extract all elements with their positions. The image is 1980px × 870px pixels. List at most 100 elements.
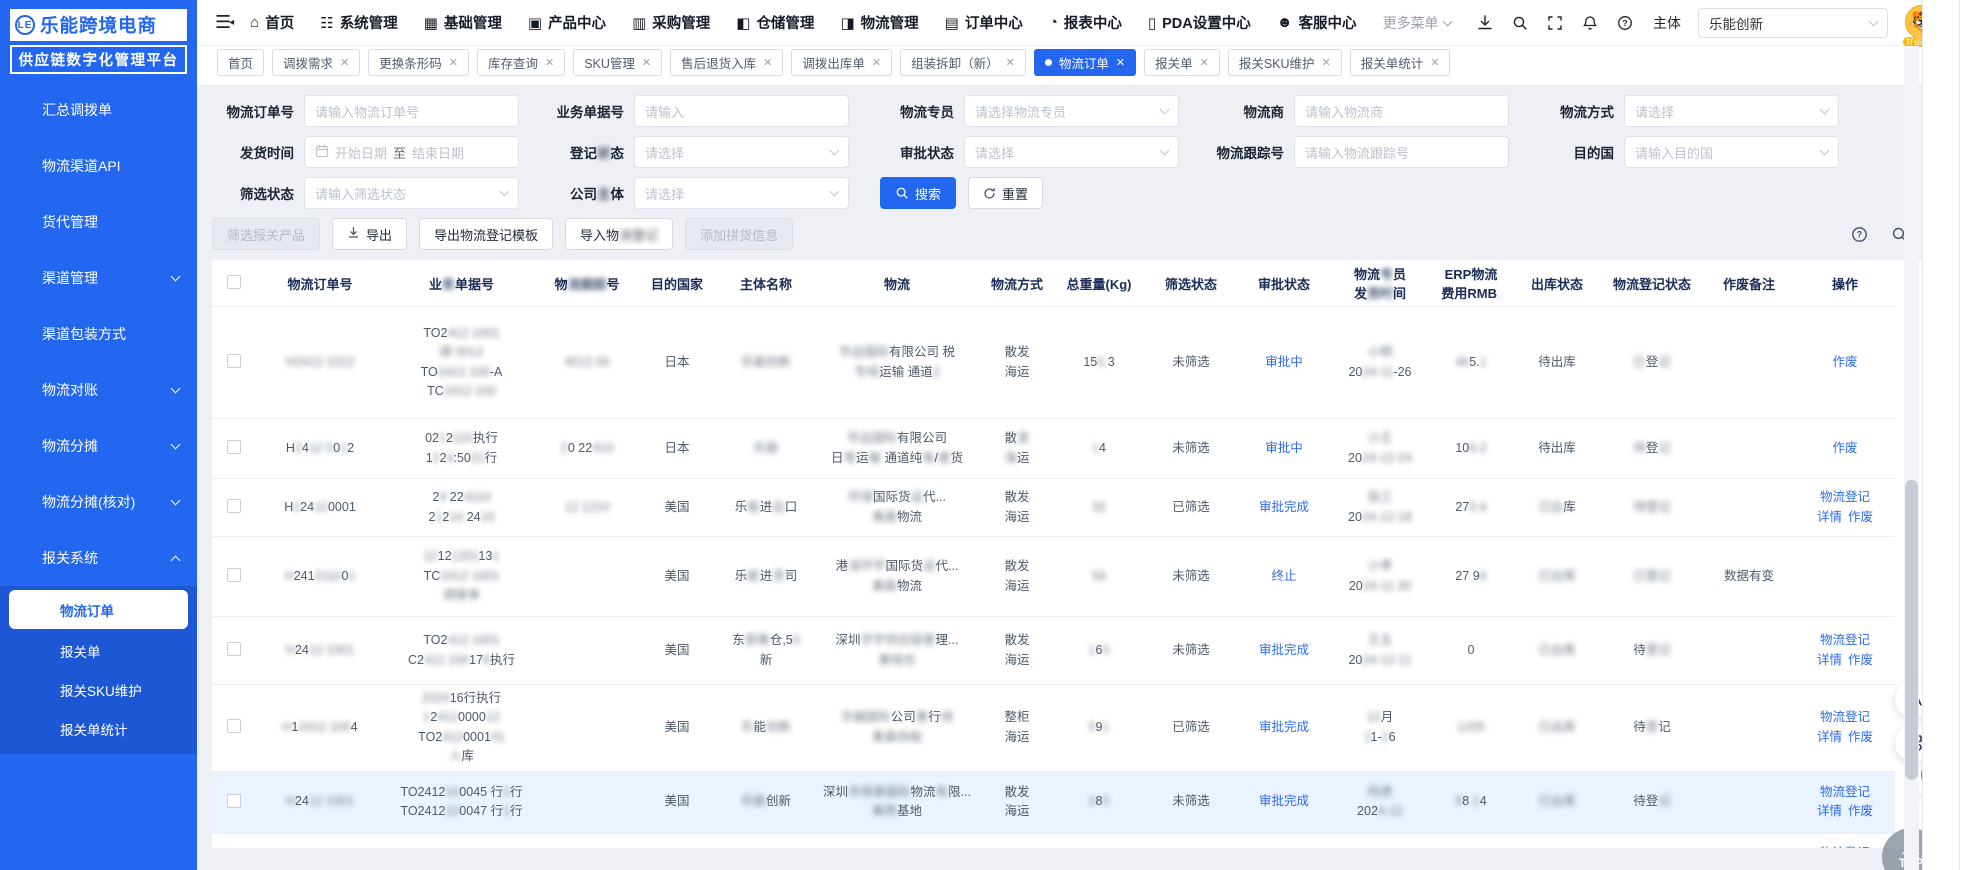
tab-报关单统计[interactable]: 报关单统计 ✕	[1349, 49, 1451, 76]
filter-input[interactable]: 请输入物流订单号	[304, 95, 519, 127]
tab-调拨出库单[interactable]: 调拨出库单 ✕	[791, 49, 893, 76]
close-icon[interactable]: ✕	[763, 56, 772, 69]
sidebar-item-物流分摊[interactable]: 物流分摊	[0, 418, 197, 474]
nav-item-PDA设置中心[interactable]: ▯ PDA设置中心	[1148, 12, 1251, 33]
sidebar-item-货代管理[interactable]: 货代管理	[0, 194, 197, 250]
op-link-作废[interactable]: 作废	[1848, 730, 1873, 744]
tab-售后退货入库[interactable]: 售后退货入库 ✕	[670, 49, 784, 76]
filter-select[interactable]: 请输入筛选状态	[304, 177, 519, 209]
download-icon[interactable]	[1476, 14, 1494, 32]
op-link-详情[interactable]: 详情	[1817, 804, 1842, 818]
sidebar-subitem-物流订单[interactable]: 物流订单	[9, 590, 188, 629]
nav-item-基础管理[interactable]: ▦ 基础管理	[424, 12, 502, 33]
toolbar-button-导出物流登记模板[interactable]: 导出物流登记模板	[419, 218, 554, 250]
entity-select[interactable]: 乐能创新	[1698, 7, 1888, 38]
tab-首页[interactable]: 首页	[217, 49, 265, 76]
search-button[interactable]: 搜索	[880, 177, 957, 209]
toolbar-button-导入物流登记[interactable]: 导入物流登记	[565, 218, 674, 250]
op-link-物流登记[interactable]: 物流登记	[1820, 633, 1870, 647]
op-link-作废[interactable]: 作废	[1832, 441, 1857, 455]
row-checkbox[interactable]	[227, 440, 241, 454]
nav-item-订单中心[interactable]: ▤ 订单中心	[945, 12, 1023, 33]
op-link-物流登记[interactable]: 物流登记	[1820, 846, 1870, 848]
close-icon[interactable]: ✕	[340, 56, 349, 69]
sidebar-item-渠道包装方式[interactable]: 渠道包装方式	[0, 306, 197, 362]
op-link-物流登记[interactable]: 物流登记	[1820, 710, 1870, 724]
sidebar-item-汇总调拨单[interactable]: 汇总调拨单	[0, 82, 197, 138]
filter-input[interactable]: 请输入物流跟踪号	[1294, 136, 1509, 168]
op-link-作废[interactable]: 作废	[1848, 653, 1873, 667]
more-menu[interactable]: 更多菜单	[1383, 13, 1453, 33]
filter-select[interactable]: 请选择	[634, 177, 849, 209]
op-link-详情[interactable]: 详情	[1817, 730, 1842, 744]
row-checkbox[interactable]	[227, 499, 241, 513]
tab-报关SKU维护[interactable]: 报关SKU维护 ✕	[1227, 49, 1342, 76]
row-checkbox[interactable]	[227, 719, 241, 734]
select-all-checkbox[interactable]	[227, 274, 241, 289]
bell-icon[interactable]	[1581, 14, 1599, 32]
filter-select[interactable]: 请选择	[1624, 95, 1839, 127]
close-icon[interactable]: ✕	[1322, 56, 1331, 69]
sidebar-subitem-报关单统计[interactable]: 报关单统计	[0, 709, 197, 748]
tab-调拨需求[interactable]: 调拨需求 ✕	[272, 49, 361, 76]
close-icon[interactable]: ✕	[642, 56, 651, 69]
tab-报关单[interactable]: 报关单 ✕	[1144, 49, 1220, 76]
tab-更换条形码[interactable]: 更换条形码 ✕	[368, 49, 469, 76]
close-icon[interactable]: ✕	[872, 56, 881, 69]
filter-select[interactable]: 请选择	[964, 136, 1179, 168]
op-link-详情[interactable]: 详情	[1817, 653, 1842, 667]
nav-item-系统管理[interactable]: ☷ 系统管理	[320, 12, 397, 33]
help-icon[interactable]: ?	[1616, 14, 1634, 32]
nav-item-采购管理[interactable]: ▥ 采购管理	[632, 12, 710, 33]
sidebar-item-报关系统[interactable]: 报关系统	[0, 530, 197, 586]
close-icon[interactable]: ✕	[1430, 56, 1439, 69]
redacted-text: 12 1001	[308, 642, 355, 657]
op-link-详情[interactable]: 详情	[1817, 510, 1842, 524]
op-link-作废[interactable]: 作废	[1848, 510, 1873, 524]
row-checkbox[interactable]	[227, 354, 241, 368]
scrollbar-thumb[interactable]	[1905, 480, 1918, 780]
op-link-物流登记[interactable]: 物流登记	[1820, 785, 1870, 799]
nav-item-产品中心[interactable]: ▣ 产品中心	[528, 12, 606, 33]
nav-item-物流管理[interactable]: ◨ 物流管理	[840, 12, 918, 33]
op-link-物流登记[interactable]: 物流登记	[1820, 490, 1870, 504]
close-icon[interactable]: ✕	[1006, 56, 1015, 69]
reset-button[interactable]: 重置	[968, 177, 1044, 209]
fullscreen-icon[interactable]	[1546, 14, 1564, 32]
sidebar-item-物流分摊(核对)[interactable]: 物流分摊(核对)	[0, 474, 197, 530]
tab-组装拆卸（新）[interactable]: 组装拆卸（新） ✕	[900, 49, 1026, 76]
row-checkbox[interactable]	[227, 568, 241, 582]
action-toolbar: 筛选报关产品 导出 导出物流登记模板 导入物流登记 添加拼货信息 ?	[212, 218, 1964, 250]
filter-input[interactable]: 请输入物流商	[1294, 95, 1509, 127]
sidebar-item-渠道管理[interactable]: 渠道管理	[0, 250, 197, 306]
toolbar-button-导出[interactable]: 导出	[332, 218, 408, 250]
tab-库存查询[interactable]: 库存查询 ✕	[476, 49, 566, 76]
help-icon[interactable]: ?	[1850, 225, 1868, 243]
close-icon[interactable]: ✕	[449, 56, 458, 69]
op-link-作废[interactable]: 作废	[1848, 804, 1873, 818]
nav-item-仓储管理[interactable]: ◧ 仓储管理	[736, 12, 814, 33]
close-icon[interactable]: ✕	[1200, 56, 1209, 69]
tab-物流订单[interactable]: 物流订单 ✕	[1033, 49, 1137, 76]
sidebar-item-物流对账[interactable]: 物流对账	[0, 362, 197, 418]
search-icon[interactable]	[1511, 14, 1529, 32]
row-checkbox[interactable]	[227, 793, 241, 808]
nav-item-报表中心[interactable]: ◔ 报表中心	[1049, 12, 1122, 33]
close-icon[interactable]: ✕	[1116, 56, 1125, 69]
close-icon[interactable]: ✕	[545, 56, 554, 69]
filter-input[interactable]: 开始日期至结束日期	[304, 136, 519, 168]
nav-item-客服中心[interactable]: ☻ 客服中心	[1277, 12, 1357, 33]
product-icon: ▣	[527, 14, 543, 32]
row-checkbox[interactable]	[227, 642, 241, 656]
sidebar-subitem-报关单[interactable]: 报关单	[0, 631, 197, 670]
filter-input[interactable]: 请输入	[634, 95, 849, 127]
filter-select[interactable]: 请选择	[634, 136, 849, 168]
filter-select[interactable]: 请输入目的国	[1624, 136, 1839, 168]
sidebar-subitem-报关SKU维护[interactable]: 报关SKU维护	[0, 670, 197, 709]
sidebar-collapse-icon[interactable]: ☰ ◂	[215, 12, 234, 33]
sidebar-item-物流渠道API[interactable]: 物流渠道API	[0, 138, 197, 194]
tab-SKU管理[interactable]: SKU管理 ✕	[573, 49, 663, 76]
nav-item-首页[interactable]: ⌂ 首页	[250, 12, 294, 33]
filter-select[interactable]: 请选择物流专员	[964, 95, 1179, 127]
op-link-作废[interactable]: 作废	[1832, 355, 1857, 369]
